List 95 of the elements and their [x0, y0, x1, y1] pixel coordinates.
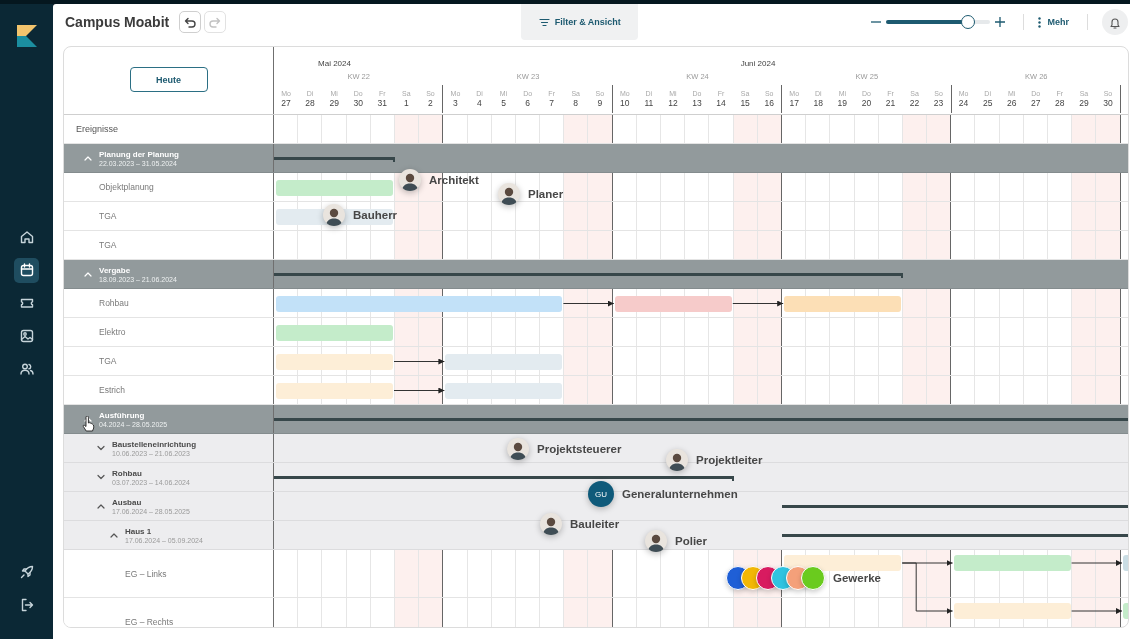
dependency-arrow — [1071, 608, 1123, 614]
day-number: 28 — [305, 98, 315, 108]
group-title: Rohbau — [112, 468, 143, 478]
zoom-in-button[interactable] — [995, 17, 1006, 27]
day-number: 15 — [740, 98, 750, 108]
task-label: EG – Rechts — [125, 616, 174, 627]
undo-button[interactable] — [179, 11, 202, 33]
task-label: TGA — [99, 211, 117, 221]
dependency-arrow — [732, 300, 784, 307]
day-number: 5 — [501, 98, 506, 108]
notification-button[interactable] — [1102, 9, 1128, 35]
filter-button[interactable]: Filter & Ansicht — [521, 4, 639, 40]
task-label: Elektro — [99, 327, 126, 337]
task-label: TGA — [99, 356, 117, 366]
person-label: Projektsteuerer — [537, 443, 622, 455]
day-number: 19 — [837, 98, 848, 108]
day-number: 30 — [1103, 98, 1113, 108]
project-title: Campus Moabit — [65, 14, 170, 30]
day-number: 20 — [861, 98, 872, 108]
month-label: Juni 2024 — [740, 59, 776, 68]
day-number: 9 — [597, 98, 603, 108]
events-label: Ereignisse — [75, 124, 119, 134]
day-number: 30 — [353, 98, 363, 108]
day-number: 31 — [377, 98, 387, 108]
day-number: 6 — [525, 98, 530, 108]
day-number: 16 — [764, 98, 774, 108]
chevron-down-icon[interactable] — [97, 445, 105, 451]
group-title: Ausbau — [112, 497, 143, 507]
person-label: Planer — [528, 188, 564, 200]
dependency-arrow — [562, 300, 615, 307]
day-number: 25 — [982, 98, 993, 108]
person-label: Projektleiter — [696, 454, 763, 466]
day-number: 11 — [644, 98, 654, 108]
day-number: 23 — [933, 98, 944, 108]
day-number: 26 — [1007, 98, 1017, 108]
day-number: 14 — [716, 98, 726, 108]
day-number: 4 — [477, 98, 482, 108]
more-icon — [1038, 16, 1042, 28]
day-number: 18 — [813, 98, 823, 108]
redo-icon — [208, 15, 223, 29]
day-number: 28 — [1055, 98, 1065, 108]
day-number: 27 — [1031, 98, 1041, 108]
month-label: Mai 2024 — [318, 59, 351, 68]
filter-icon — [538, 17, 550, 27]
chevron-up-icon[interactable] — [97, 503, 105, 509]
group-title: Vergabe — [99, 265, 132, 275]
group-title: Ausführung — [99, 410, 146, 420]
rocket-icon — [18, 563, 35, 580]
group-title: Baustelleneinrichtung — [112, 439, 196, 449]
task-label: Rohbau — [99, 298, 129, 308]
chevron-down-icon[interactable] — [97, 474, 105, 480]
task-label: Estrich — [99, 385, 125, 395]
plus-icon — [995, 17, 1006, 27]
group-title: Planung der Planung — [99, 149, 179, 159]
person-label: Generalunternehmen — [622, 488, 738, 500]
day-number: 22 — [909, 98, 920, 108]
day-number: 21 — [885, 98, 896, 108]
person-label: Polier — [675, 535, 707, 547]
day-number: 17 — [789, 98, 799, 108]
person-label: Bauherr — [353, 209, 398, 221]
day-number: 29 — [1079, 98, 1089, 108]
home-icon — [18, 229, 35, 245]
task-label: EG – Links — [125, 568, 167, 579]
day-number: 8 — [573, 98, 579, 108]
undo-icon — [183, 15, 198, 29]
slider-thumb[interactable] — [960, 15, 975, 29]
calendar-icon — [18, 262, 35, 278]
chevron-up-icon[interactable] — [110, 532, 118, 538]
person-label: Bauleiter — [570, 518, 620, 530]
dependency-arrow — [393, 387, 445, 394]
day-number: 29 — [329, 98, 339, 108]
today-button[interactable]: Heute — [129, 67, 208, 92]
task-label: Objektplanung — [99, 182, 154, 192]
dependency-arrow — [393, 358, 445, 365]
task-label: TGA — [99, 240, 117, 250]
day-number: 12 — [668, 98, 678, 108]
app-logo[interactable] — [16, 25, 37, 47]
dependency-arrow — [1071, 560, 1123, 566]
person-label: Gewerke — [833, 572, 881, 584]
day-number: 27 — [281, 98, 291, 108]
day-number: 7 — [549, 98, 555, 108]
more-button[interactable]: Mehr — [1038, 16, 1069, 28]
group-title: Haus 1 — [125, 526, 153, 536]
day-number: 10 — [620, 98, 630, 108]
zoom-slider[interactable] — [886, 15, 991, 29]
image-icon — [18, 328, 35, 344]
day-number: 1 — [403, 98, 409, 108]
day-number: 2 — [428, 98, 433, 108]
day-number: 13 — [692, 98, 702, 108]
day-number: 3 — [453, 98, 458, 108]
sidebar-item[interactable] — [14, 257, 39, 283]
bell-icon — [1109, 15, 1121, 29]
users-icon — [18, 361, 35, 377]
hand-cursor-icon — [82, 416, 95, 432]
day-number: 24 — [958, 98, 969, 108]
